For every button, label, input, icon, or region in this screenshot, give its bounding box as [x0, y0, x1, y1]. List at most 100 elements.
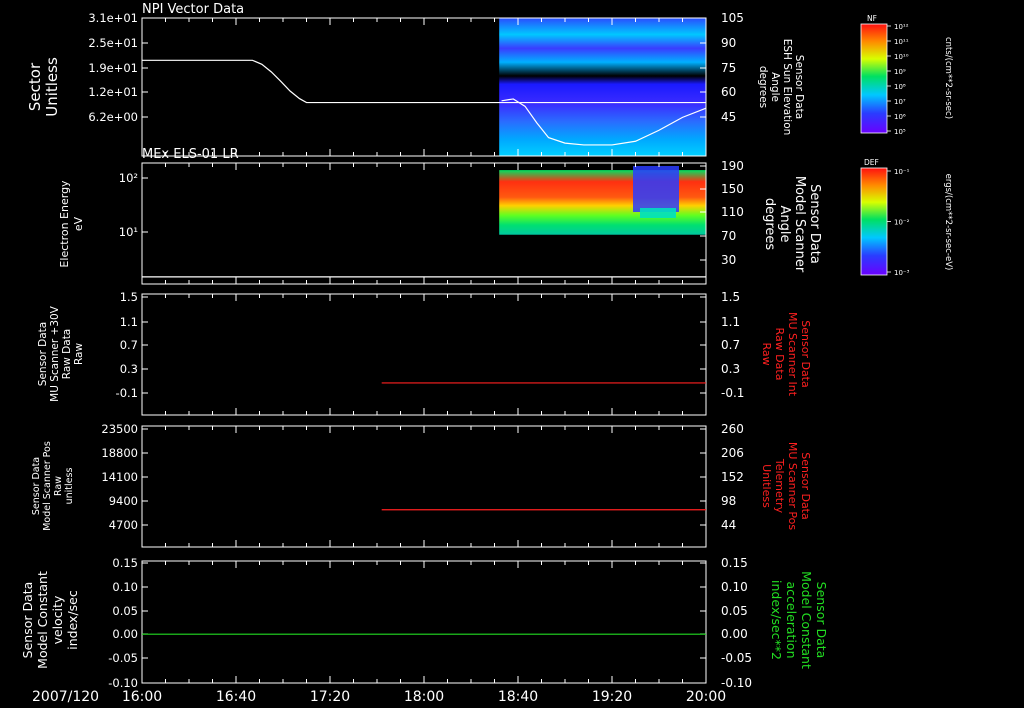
- right-y-tick-label: 75: [721, 61, 736, 75]
- y-tick-label: 0.00: [112, 627, 138, 641]
- x-tick-label: 16:00: [122, 689, 162, 705]
- right-y-tick-label: 0.3: [721, 362, 740, 376]
- colorbar-nf: NF 10¹² 10¹¹ 10¹⁰ 10⁹ 10⁸ 10⁷ 10⁶ 10⁵ cnts/(cm*…: [860, 14, 953, 136]
- y-tick-label: 10²: [119, 171, 138, 185]
- right-y-tick-label: 190: [721, 159, 744, 173]
- colorbar-tick-label: 10¹⁰: [894, 53, 909, 61]
- colorbar-gradient: [861, 168, 887, 275]
- y-tick-label: 6.2e+00: [88, 110, 138, 124]
- panel-title: NPI Vector Data: [142, 2, 244, 17]
- colorbar-label: NF: [867, 14, 877, 23]
- panel-scanner-pos: 23500 18800 14100 9400 4700 260 206 152 98 44 Se…: [31, 422, 812, 548]
- right-y-tick-label: 1.1: [721, 315, 740, 329]
- right-axis-label: Sensor DataESH Sun ElevationAngledegrees: [757, 39, 805, 136]
- y-tick-label: 10¹: [119, 225, 138, 239]
- right-y-tick-label: 44: [721, 518, 736, 532]
- x-tick-label: 18:00: [404, 689, 444, 705]
- right-axis-ticks: 105 90 75 60 45: [700, 11, 744, 124]
- left-axis-label: Sensor DataModel Constantvelocityindex/s…: [20, 571, 80, 669]
- right-axis-ticks: 260 206 152 98 44: [700, 422, 744, 532]
- right-axis-ticks: 190 150 110 70 30: [700, 159, 744, 267]
- right-axis-ticks: 0.15 0.10 0.05 0.00 -0.05 -0.10: [700, 556, 752, 690]
- right-y-tick-label: 150: [721, 182, 744, 196]
- left-axis-label: Electron EnergyeV: [58, 180, 85, 268]
- panel-title: MEx ELS-01 LR: [142, 147, 239, 162]
- y-tick-label: 1.9e+01: [88, 61, 138, 75]
- right-y-tick-label: 70: [721, 229, 736, 243]
- right-y-tick-label: -0.1: [721, 386, 744, 400]
- colorbar-tick-label: 10⁶: [894, 113, 906, 121]
- right-axis-label: Sensor DataModel ScannerAngledegrees: [762, 176, 822, 273]
- right-y-tick-label: 0.10: [721, 580, 748, 594]
- left-axis-ticks: 3.1e+01 2.5e+01 1.9e+01 1.2e+01 6.2e+00: [88, 11, 148, 124]
- y-tick-label: 23500: [101, 422, 138, 436]
- right-y-tick-label: 90: [721, 36, 736, 50]
- panel-els: MEx ELS-01 LR 10² 10¹ 190 150 110 70 30 Elect…: [58, 147, 822, 285]
- right-y-tick-label: 45: [721, 110, 736, 124]
- colorbar-units: cnts/(cm**2-sr-sec): [943, 37, 953, 119]
- left-axis-ticks: 1.5 1.1 0.7 0.3 -0.1: [116, 290, 148, 400]
- right-y-tick-label: -0.10: [721, 676, 752, 690]
- colorbar-tick-label: 10¹¹: [894, 38, 909, 46]
- date-label: 2007/120: [32, 689, 99, 705]
- y-tick-label: -0.05: [108, 651, 138, 665]
- y-tick-label: 0.10: [112, 580, 138, 594]
- y-tick-label: 3.1e+01: [88, 11, 138, 25]
- y-tick-label: 0.15: [112, 556, 138, 570]
- colorbar-units: ergs/(cm**2-sr-sec-eV): [943, 174, 953, 271]
- colorbar-tick-label: 10⁸: [894, 83, 906, 91]
- colorbar-tick-label: 10⁵: [894, 128, 906, 136]
- left-axis-label: Sensor DataMU Scanner +30VRaw DataRaw: [37, 305, 85, 402]
- right-y-tick-label: 105: [721, 11, 744, 25]
- colorbar-tick-label: 10⁻³: [894, 269, 910, 277]
- colorbar-ticks: 10¹² 10¹¹ 10¹⁰ 10⁹ 10⁸ 10⁷ 10⁶ 10⁵: [887, 23, 909, 136]
- colorbar-tick-label: 10⁹: [894, 68, 906, 76]
- colorbar-ticks: 10⁻¹ 10⁻² 10⁻³: [887, 168, 910, 277]
- colorbar-tick-label: 10⁻¹: [894, 168, 910, 176]
- x-tick-label: 20:00: [686, 689, 726, 705]
- colorbar-tick-label: 10¹²: [894, 23, 909, 31]
- colorbar-tick-label: 10⁷: [894, 98, 906, 106]
- x-tick-label: 17:20: [310, 689, 350, 705]
- panel-model-constant: 0.150.100.050.00-0.05-0.10 0.150.100.050…: [20, 556, 829, 690]
- right-y-tick-label: 30: [721, 253, 736, 267]
- right-y-tick-label: 0.15: [721, 556, 748, 570]
- colorbar-def: DEF 10⁻¹ 10⁻² 10⁻³ ergs/(cm**2-sr-sec-eV): [860, 158, 953, 277]
- y-tick-label: 9400: [109, 494, 138, 508]
- y-tick-label: 18800: [101, 446, 138, 460]
- right-axis-ticks: 1.5 1.1 0.7 0.3 -0.1: [700, 290, 744, 400]
- x-tick-label: 19:20: [592, 689, 632, 705]
- right-y-tick-label: 110: [721, 205, 744, 219]
- left-axis-label: SectorUnitless: [26, 57, 61, 117]
- right-axis-label: Sensor DataMU Scanner PosTelemetryUnitle…: [760, 442, 812, 531]
- colorbar-tick-label: 10⁻²: [894, 219, 910, 227]
- colorbar-gradient: [861, 24, 887, 133]
- x-tick-label: 18:40: [498, 689, 538, 705]
- right-y-tick-label: 260: [721, 422, 744, 436]
- y-tick-label: -0.1: [116, 386, 138, 400]
- right-y-tick-label: 0.00: [721, 627, 748, 641]
- plot-frame: [141, 560, 707, 684]
- panel-npi-vector: NPI Vector Data 3.1e+01 2.5e+01 1.9e+01 1.2…: [26, 2, 805, 157]
- right-y-tick-label: 60: [721, 85, 736, 99]
- y-tick-label: 1.1: [120, 315, 138, 329]
- left-axis-label: Sensor DataModel Scanner PosRawunitless: [31, 441, 75, 531]
- right-y-tick-label: 152: [721, 470, 744, 484]
- y-tick-label: 0.05: [112, 604, 138, 618]
- right-y-tick-label: 0.7: [721, 338, 740, 352]
- panel-mu-scanner-raw: 1.5 1.1 0.7 0.3 -0.1 1.5 1.1 0.7 0.3 -0.1 Sensor…: [37, 290, 812, 416]
- y-tick-label: -0.10: [108, 676, 138, 690]
- right-y-tick-label: -0.05: [721, 651, 752, 665]
- spectrogram-gap-band: [640, 208, 676, 218]
- y-tick-label: 0.7: [120, 338, 138, 352]
- time-series-plot: NPI Vector Data 3.1e+01 2.5e+01 1.9e+01 1.2…: [20, 2, 953, 705]
- colorbar-label: DEF: [864, 158, 879, 167]
- y-tick-label: 4700: [109, 518, 138, 532]
- right-y-tick-label: 206: [721, 446, 744, 460]
- spectrogram-gap: [633, 166, 679, 212]
- right-y-tick-label: 1.5: [721, 290, 740, 304]
- y-tick-label: 1.2e+01: [88, 85, 138, 99]
- plot-frame: [141, 425, 707, 548]
- y-tick-label: 2.5e+01: [88, 36, 138, 50]
- plot-frame: [141, 293, 707, 416]
